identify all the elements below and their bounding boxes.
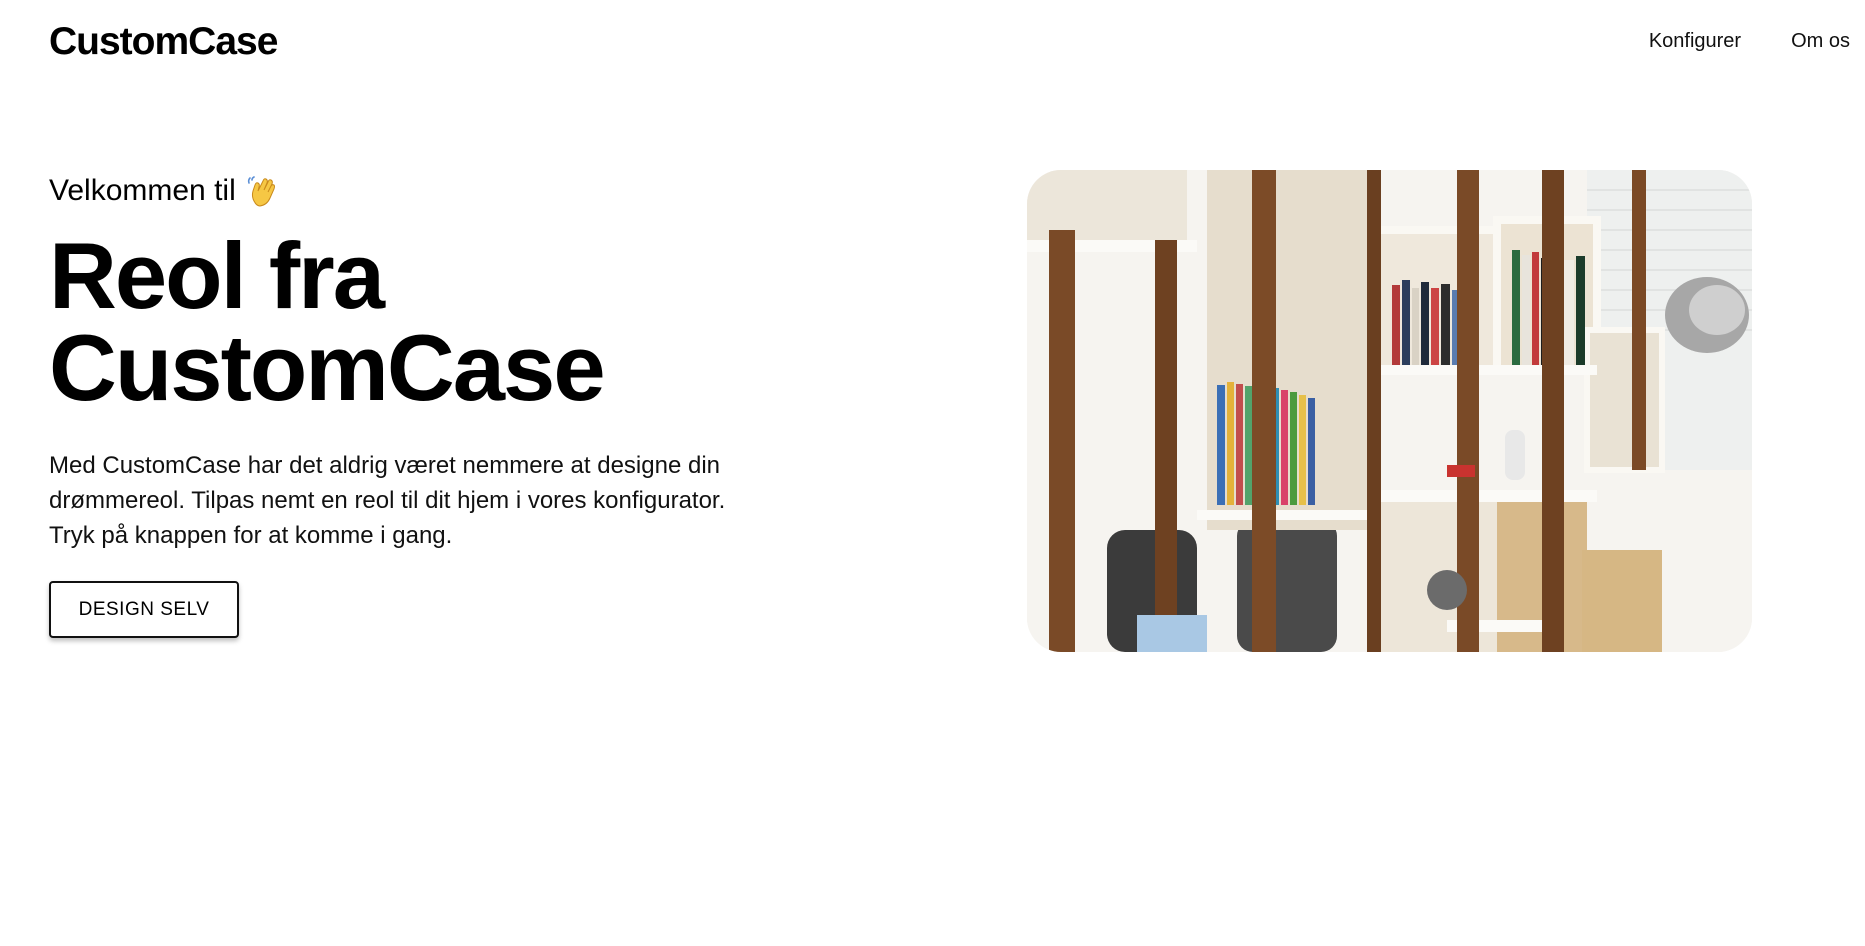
- bookshelf-photo: [1027, 170, 1752, 652]
- site-header: CustomCase Konfigurer Om os: [0, 0, 1865, 86]
- waving-hand-icon: [246, 174, 280, 208]
- description-line-2: drømmereol. Tilpas nemt en reol til dit …: [49, 487, 726, 514]
- greeting: Velkommen til: [49, 170, 809, 212]
- headline-line-2: CustomCase: [49, 315, 606, 420]
- description-line-3: Tryk på knappen for at komme i gang.: [49, 522, 453, 549]
- hero-headline: Reol fra CustomCase: [49, 223, 809, 420]
- nav-link-om-os[interactable]: Om os: [1791, 30, 1850, 53]
- hero-text: Velkommen til Reol fra CustomCase Med Cu…: [49, 170, 809, 638]
- headline-line-1: Reol fra: [49, 223, 385, 328]
- greeting-text: Velkommen til: [49, 174, 236, 207]
- nav-link-konfigurer[interactable]: Konfigurer: [1649, 30, 1741, 53]
- description-line-1: Med CustomCase har det aldrig været nemm…: [49, 452, 720, 479]
- hero-description: Med CustomCase har det aldrig været nemm…: [49, 448, 769, 553]
- logo[interactable]: CustomCase: [49, 20, 278, 64]
- design-selv-button[interactable]: DESIGN SELV: [49, 581, 239, 638]
- main-nav: Konfigurer Om os: [1649, 30, 1850, 53]
